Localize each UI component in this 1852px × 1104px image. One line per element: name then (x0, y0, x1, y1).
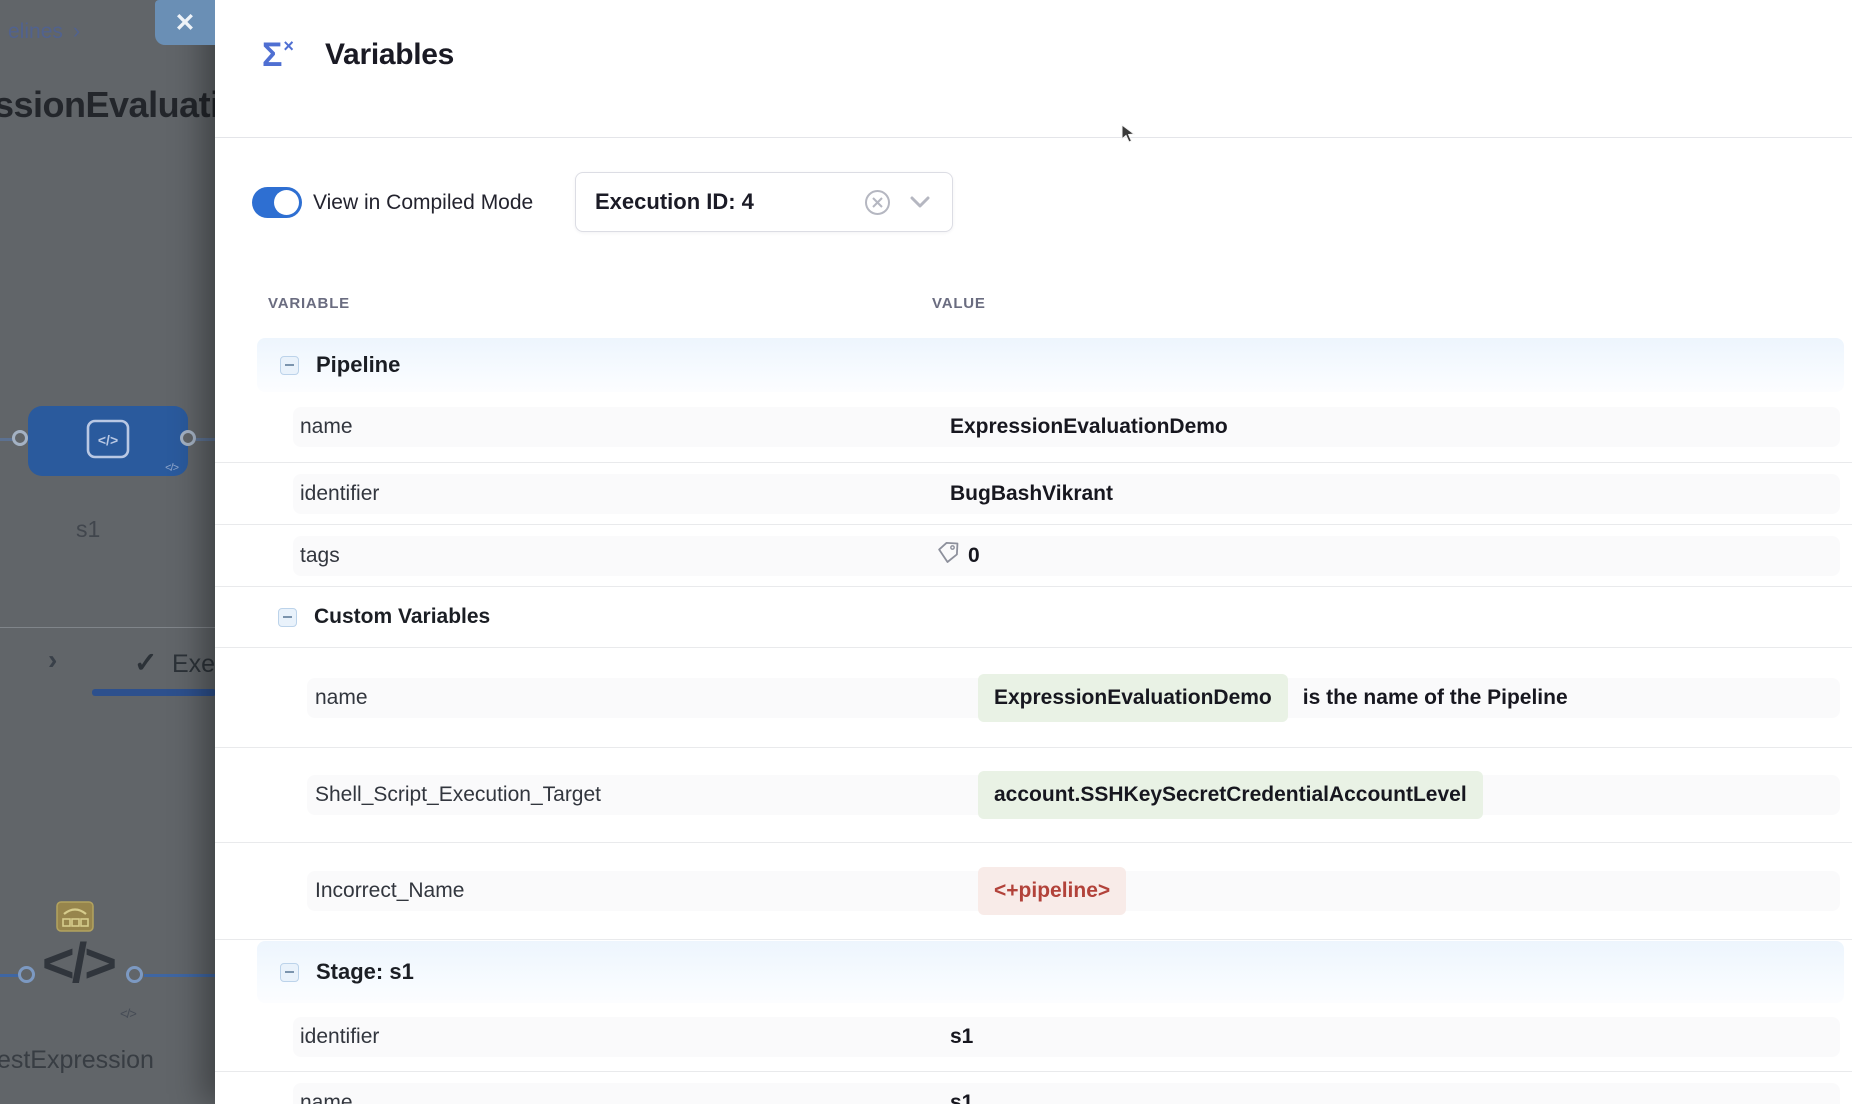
variable-value: ExpressionEvaluationDemo (950, 415, 1228, 439)
variable-value: s1 (950, 1091, 973, 1104)
row-stripe (293, 536, 1840, 576)
stage-code-icon: </> (165, 462, 178, 474)
section-row-stage-s1: Stage: s1 (257, 941, 1844, 1003)
table-row: identifier BugBashVikrant (215, 463, 1852, 525)
stage-node-label: s1 (76, 516, 100, 543)
value-highlight-error: <+pipeline> (978, 867, 1126, 915)
compiled-mode-label: View in Compiled Mode (313, 191, 533, 215)
execution-id-value: Execution ID: 4 (595, 189, 863, 215)
table-row: name ExpressionEvaluationDemo (215, 392, 1852, 463)
variable-value-chip: account.SSHKeySecretCredentialAccountLev… (978, 771, 1483, 819)
stage-port-right (180, 430, 196, 446)
table-row: name s1 (215, 1072, 1852, 1104)
section-title: Stage: s1 (316, 959, 414, 985)
stage-port-left (12, 430, 28, 446)
variable-name: identifier (300, 1025, 379, 1049)
drawer-header: Σ× Variables (215, 0, 1852, 137)
variable-value: s1 (950, 1025, 973, 1049)
step-port-left (18, 966, 35, 983)
collapse-chevron-icon[interactable]: › (48, 644, 57, 676)
collapse-minus-icon[interactable] (280, 963, 299, 982)
column-header-variable: VARIABLE (268, 295, 350, 312)
value-highlight: account.SSHKeySecretCredentialAccountLev… (978, 771, 1483, 819)
step-code-icon: </> (120, 1006, 136, 1021)
active-tab-underline (92, 689, 216, 696)
tab-check-icon: ✓ (134, 646, 157, 679)
section-row-custom-variables: Custom Variables (215, 587, 1852, 648)
table-row: name ExpressionEvaluationDemo is the nam… (215, 648, 1852, 748)
row-stripe (293, 1017, 1840, 1057)
stage-node-s1[interactable]: </> </> (28, 406, 188, 476)
variables-drawer: Σ× Variables View in Compiled Mode Execu… (215, 0, 1852, 1104)
pipeline-page-title: ssionEvaluati (0, 84, 220, 126)
section-row-pipeline: Pipeline (257, 338, 1844, 392)
variable-name: identifier (300, 482, 379, 506)
variable-name: name (300, 415, 353, 439)
clear-selection-icon[interactable] (863, 188, 892, 217)
header-divider (215, 137, 1852, 138)
variable-name: tags (300, 544, 340, 568)
tag-icon (937, 541, 960, 570)
breadcrumb[interactable]: elines › (8, 18, 80, 44)
tabbar-divider (0, 627, 215, 628)
step-label: testExpression (0, 1046, 154, 1075)
value-suffix: is the name of the Pipeline (1303, 686, 1568, 710)
table-row: tags 0 (215, 525, 1852, 587)
compiled-mode-toggle[interactable] (252, 187, 302, 218)
step-connector-line-left (0, 974, 20, 977)
value-highlight: ExpressionEvaluationDemo (978, 674, 1288, 722)
custom-stage-icon: </> (81, 416, 135, 467)
column-header-value: VALUE (932, 295, 986, 312)
svg-text:</>: </> (98, 432, 118, 448)
execution-id-select[interactable]: Execution ID: 4 (575, 172, 953, 232)
close-icon: ✕ (175, 8, 196, 38)
section-title: Pipeline (316, 352, 400, 378)
table-row: Incorrect_Name <+pipeline> (215, 843, 1852, 940)
tag-count: 0 (968, 544, 980, 568)
table-row: Shell_Script_Execution_Target account.SS… (215, 748, 1852, 843)
breadcrumb-chevron-icon: › (73, 18, 80, 43)
mouse-cursor (1120, 124, 1136, 149)
variable-name: Shell_Script_Execution_Target (315, 783, 601, 807)
variable-value-chip: <+pipeline> (978, 867, 1126, 915)
variable-value: BugBashVikrant (950, 482, 1113, 506)
breadcrumb-text[interactable]: elines (8, 20, 63, 43)
row-stripe (293, 1083, 1840, 1104)
screen: elines › ssionEvaluati </> </> s1 › ✓ Exe (0, 0, 1852, 1104)
close-drawer-button[interactable]: ✕ (155, 0, 215, 45)
variable-name: Incorrect_Name (315, 879, 464, 903)
collapse-minus-icon[interactable] (280, 356, 299, 375)
stage-connector-line-right (196, 438, 215, 441)
section-title: Custom Variables (314, 605, 490, 629)
step-connector-line-right (144, 974, 215, 977)
step-port-right (126, 966, 143, 983)
variable-value-tags: 0 (937, 541, 980, 570)
variable-name: name (300, 1091, 353, 1104)
shell-script-step-icon[interactable]: </> (42, 930, 114, 995)
variables-sigma-icon: Σ× (262, 36, 294, 75)
collapse-minus-icon[interactable] (278, 608, 297, 627)
drawer-title: Variables (325, 38, 454, 72)
variable-name: name (315, 686, 368, 710)
table-row: identifier s1 (215, 1003, 1852, 1072)
chevron-down-icon[interactable] (910, 196, 930, 209)
toggle-knob (274, 190, 299, 215)
variable-value-chip: ExpressionEvaluationDemo is the name of … (978, 674, 1568, 722)
tab-execution[interactable]: Exe (172, 650, 215, 679)
